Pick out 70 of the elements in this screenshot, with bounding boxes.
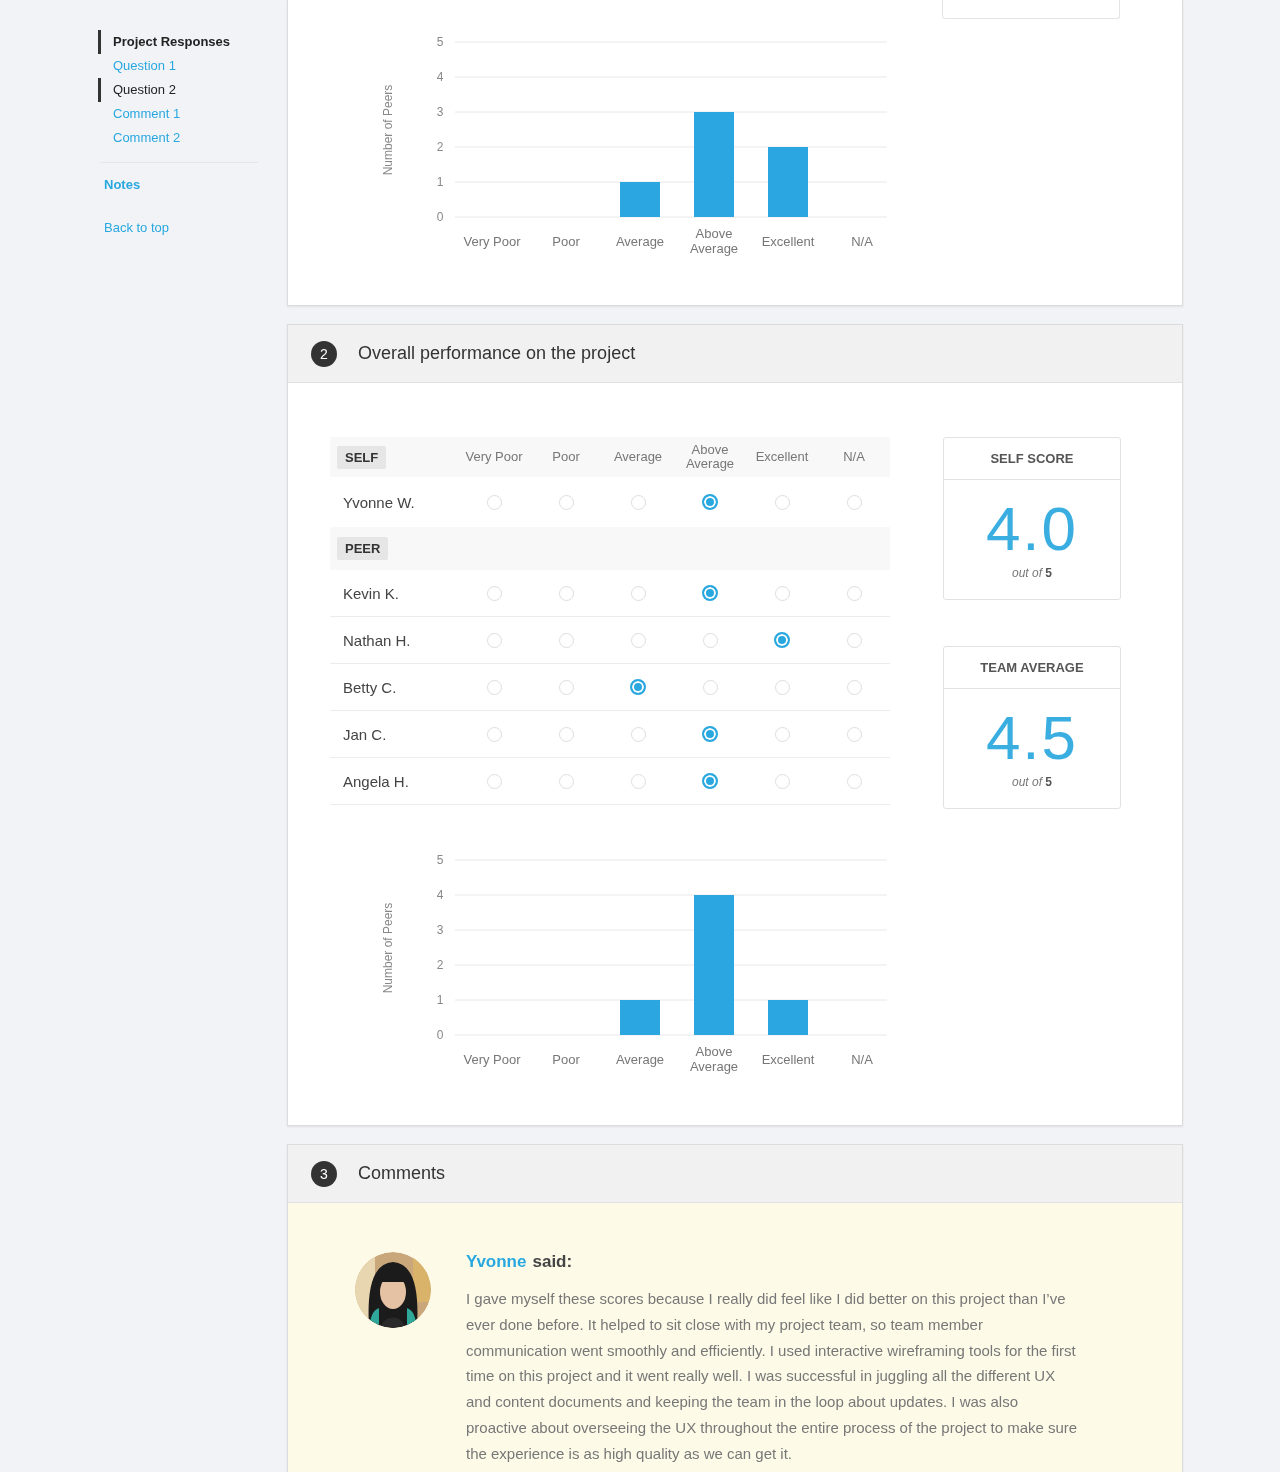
axis-tick-label: 3 <box>436 923 444 937</box>
column-header: Excellent <box>754 450 810 464</box>
category-label: Very Poor <box>463 1052 521 1067</box>
rating-radio[interactable] <box>702 726 718 742</box>
rating-radio[interactable] <box>702 585 718 601</box>
column-header: N/A <box>842 450 866 464</box>
category-label: Poor <box>552 1052 580 1067</box>
axis-tick-label: 4 <box>436 888 444 902</box>
axis-tick-label: 0 <box>436 1028 444 1042</box>
rating-radio[interactable] <box>702 494 718 510</box>
bar <box>768 147 808 217</box>
section-title: Comments <box>358 1163 446 1184</box>
category-label: Above Average <box>689 1044 739 1074</box>
axis-label: Number of Peers <box>381 902 395 994</box>
category-label: Poor <box>552 234 580 249</box>
category-label: N/A <box>851 234 873 249</box>
nav-item[interactable]: Comment 1 <box>98 102 258 126</box>
category-label: Average <box>615 234 665 249</box>
person-name: Yvonne W. <box>342 493 416 511</box>
person-name: Nathan H. <box>342 631 412 649</box>
axis-tick-label: 1 <box>436 993 444 1007</box>
axis-tick-label: 4 <box>436 70 444 84</box>
column-header: Very Poor <box>464 450 524 464</box>
score-value: 4.5 <box>984 703 1080 773</box>
rating-radio[interactable] <box>630 679 646 695</box>
comment-text: I gave myself these scores because I really did feel like I did better on this project than I’ve ever done before. It helped to sit close with my project team, so team member communication went smoothly and efficiently. I used interactive wireframing tools for the first time on this project and it went really well. I was successful in juggling all the different UX and content documents and keeping the team in the loop about updates. I was also proactive about overseeing the UX throughout the entire process of the project to make sure the experience is as high quality as we can get it. <box>466 1289 1079 1464</box>
person-name: Jan C. <box>342 725 388 743</box>
category-label: Very Poor <box>463 234 521 249</box>
column-header: Above Average <box>684 443 736 471</box>
score-caption: out of 5 <box>1010 775 1054 789</box>
author-name: Yvonne <box>466 1252 527 1271</box>
question-title: Overall performance on the project <box>358 343 636 364</box>
axis-tick-label: 3 <box>436 105 444 119</box>
rating-radio[interactable] <box>774 632 790 648</box>
axis-label: Number of Peers <box>381 84 395 176</box>
axis-tick-label: 1 <box>436 175 444 189</box>
person-name: Kevin K. <box>342 584 400 602</box>
bar <box>620 1000 660 1035</box>
back-to-top-link[interactable]: Back to top <box>104 220 287 235</box>
category-label: Average <box>615 1052 665 1067</box>
category-label: Excellent <box>761 1052 815 1067</box>
group-tag: SELF <box>337 445 387 469</box>
column-header: Average <box>612 450 664 464</box>
category-label: Excellent <box>761 234 815 249</box>
rating-radio[interactable] <box>702 773 718 789</box>
axis-tick-label: 0 <box>436 210 444 224</box>
bar <box>620 182 660 217</box>
category-label: N/A <box>851 1052 873 1067</box>
nav-item[interactable]: Question 1 <box>98 54 258 78</box>
notes-link[interactable]: Notes <box>104 177 287 192</box>
score-title: SELF SCORE <box>944 438 1120 480</box>
axis-tick-label: 2 <box>436 140 444 154</box>
person-name: Betty C. <box>342 678 398 696</box>
score-value: 4.0 <box>984 494 1080 564</box>
axis-tick-label: 5 <box>436 35 444 49</box>
group-tag: PEER <box>337 537 389 560</box>
score-title: TEAM AVERAGE <box>944 647 1120 689</box>
person-name: Angela H. <box>342 772 410 790</box>
nav-heading[interactable]: Project Responses <box>98 30 258 54</box>
step-number: 3 <box>311 1160 337 1187</box>
axis-tick-label: 2 <box>436 958 444 972</box>
column-header: Poor <box>551 450 581 464</box>
step-number: 2 <box>311 340 337 367</box>
category-label: Above Average <box>689 226 739 256</box>
nav-item[interactable]: Comment 2 <box>98 126 258 150</box>
axis-tick-label: 5 <box>436 853 444 867</box>
score-caption: out of 5 <box>1010 566 1054 580</box>
nav-item[interactable]: Question 2 <box>98 78 258 102</box>
said-label: said: <box>532 1252 573 1271</box>
bar <box>768 1000 808 1035</box>
